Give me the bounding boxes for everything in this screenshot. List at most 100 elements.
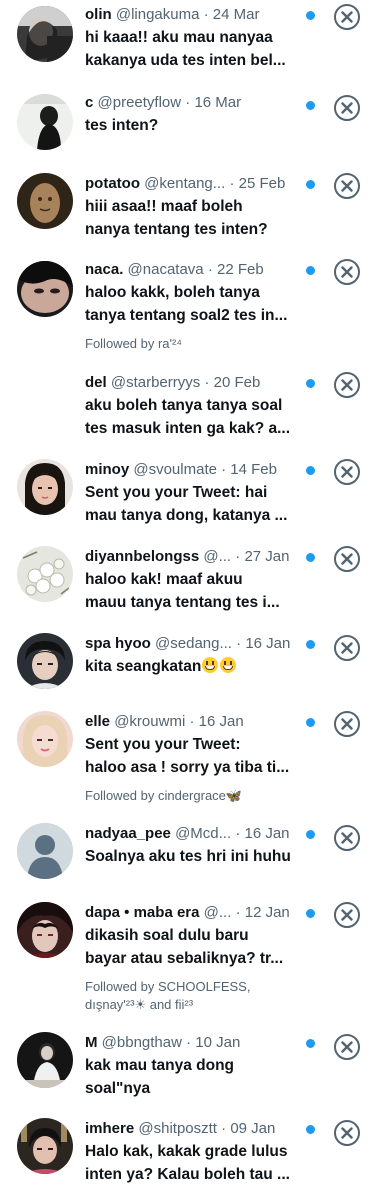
avatar[interactable] [17,94,73,150]
sender-name[interactable]: c [85,94,93,111]
message-preview-line: haloo asa ! sorry ya tiba ti... [85,759,290,776]
unread-dot-icon [306,180,315,189]
message-row[interactable]: olin @lingakuma · 24 Mar hi kaaa!! aku m… [0,4,382,84]
message-header: del @starberryys · 20 Feb [85,372,310,394]
message-row[interactable]: spa hyoo @sedang... · 16 Jan kita seangk… [0,633,382,699]
avatar[interactable] [17,711,73,767]
message-content: del @starberryys · 20 Feb aku boleh tany… [85,372,310,440]
message-header: diyannbelongss @... · 27 Jan [85,546,310,568]
separator: · [221,461,227,478]
avatar[interactable] [17,902,73,958]
message-preview-line: hi kaaa!! aku mau nanyaa [85,29,273,46]
message-row[interactable]: potatoo @kentang... · 25 Feb hiii asaa!!… [0,173,382,253]
message-row[interactable]: nadyaa_pee @Mcd... · 16 Jan Soalnya aku … [0,823,382,889]
message-preview-line: tanya tentang soal2 tes in... [85,307,288,324]
message-header: M @bbngthaw · 10 Jan [85,1032,310,1054]
message-preview-line: mauu tanya tentang tes i... [85,594,280,611]
separator: · [221,1120,227,1137]
message-content: naca. @nacatava · 22 Feb haloo kakk, bol… [85,259,310,353]
sender-name[interactable]: M [85,1034,98,1051]
avatar[interactable] [17,1118,73,1174]
close-icon[interactable] [334,95,360,121]
message-preview-line: kak mau tanya dong [85,1057,235,1074]
message-preview-line: Sent you your Tweet: hai [85,484,268,501]
message-header: spa hyoo @sedang... · 16 Jan [85,633,310,655]
unread-dot-icon [306,1125,315,1134]
sender-name[interactable]: imhere [85,1120,134,1137]
message-row[interactable]: c @preetyflow · 16 Mar tes inten? [0,92,382,158]
close-icon[interactable] [334,635,360,661]
avatar[interactable] [17,633,73,689]
separator: · [235,904,241,921]
sender-name[interactable]: potatoo [85,175,140,192]
sender-name[interactable]: olin [85,6,112,23]
avatar[interactable] [17,261,73,317]
close-icon[interactable] [334,1034,360,1060]
unread-dot-icon [306,101,315,110]
message-preview-text: kita seangkatan [85,658,202,675]
default-avatar-icon[interactable] [17,823,73,879]
close-icon[interactable] [334,546,360,572]
message-row[interactable]: imhere @shitposztt · 09 Jan Halo kak, ka… [0,1118,382,1198]
avatar[interactable] [17,459,73,515]
sender-name[interactable]: diyannbelongss [85,548,199,565]
avatar[interactable] [17,1032,73,1088]
message-preview-line: tes masuk inten ga kak? a... [85,420,291,437]
message-header: olin @lingakuma · 24 Mar [85,4,310,26]
close-icon[interactable] [334,711,360,737]
separator: · [189,713,195,730]
message-date: 16 Jan [198,713,244,730]
message-preview-line: haloo kakk, boleh tanya [85,284,260,301]
close-icon[interactable] [334,459,360,485]
close-icon[interactable] [334,259,360,285]
unread-dot-icon [306,266,315,275]
message-row[interactable]: minoy @svoulmate · 14 Feb Sent you your … [0,459,382,539]
sender-name[interactable]: naca. [85,261,123,278]
close-icon[interactable] [334,4,360,30]
message-row[interactable]: M @bbngthaw · 10 Jan kak mau tanya dong … [0,1032,382,1112]
message-header: dapa • maba era @... · 12 Jan [85,902,310,924]
separator: · [186,1034,192,1051]
unread-dot-icon [306,466,315,475]
message-row[interactable]: elle @krouwmi · 16 Jan Sent you your Twe… [0,711,382,803]
separator: · [203,6,209,23]
sender-handle: @starberryys [110,374,201,391]
sender-name[interactable]: del [85,374,107,391]
sender-handle: @shitposztt [138,1120,217,1137]
sender-name[interactable]: spa hyoo [85,635,151,652]
sender-handle: @preetyflow [97,94,182,111]
avatar[interactable] [17,173,73,229]
message-preview-line: nanya tentang tes inten? [85,221,268,238]
avatar[interactable] [17,546,73,602]
sender-handle: @nacatava [127,261,204,278]
message-row[interactable]: naca. @nacatava · 22 Feb haloo kakk, bol… [0,259,382,351]
unread-dot-icon [306,379,315,388]
close-icon[interactable] [334,1120,360,1146]
message-content: potatoo @kentang... · 25 Feb hiii asaa!!… [85,173,310,241]
avatar[interactable] [17,6,73,62]
message-row[interactable]: dapa • maba era @... · 12 Jan dikasih so… [0,902,382,1014]
message-row[interactable]: diyannbelongss @... · 27 Jan haloo kak! … [0,546,382,626]
message-preview-line: kakanya uda tes inten bel... [85,52,286,69]
sender-handle: @svoulmate [133,461,217,478]
message-preview-line: aku boleh tanya tanya soal [85,397,283,414]
message-header: elle @krouwmi · 16 Jan [85,711,310,733]
sender-name[interactable]: nadyaa_pee [85,825,171,842]
sender-handle: @... [203,548,232,565]
close-icon[interactable] [334,902,360,928]
close-icon[interactable] [334,173,360,199]
message-header: imhere @shitposztt · 09 Jan [85,1118,310,1140]
sender-name[interactable]: elle [85,713,110,730]
message-date: 12 Jan [244,904,290,921]
message-preview-line: Soalnya aku tes hri ini huhu [85,848,291,865]
unread-dot-icon [306,718,315,727]
close-icon[interactable] [334,372,360,398]
close-icon[interactable] [334,825,360,851]
message-header: naca. @nacatava · 22 Feb [85,259,310,281]
sender-name[interactable]: minoy [85,461,129,478]
sender-name[interactable]: dapa • maba era [85,904,199,921]
message-row[interactable]: del @starberryys · 20 Feb aku boleh tany… [0,372,382,442]
message-preview-line: dikasih soal dulu baru [85,927,249,944]
message-content: diyannbelongss @... · 27 Jan haloo kak! … [85,546,310,614]
sender-handle: @kentang... [144,175,226,192]
